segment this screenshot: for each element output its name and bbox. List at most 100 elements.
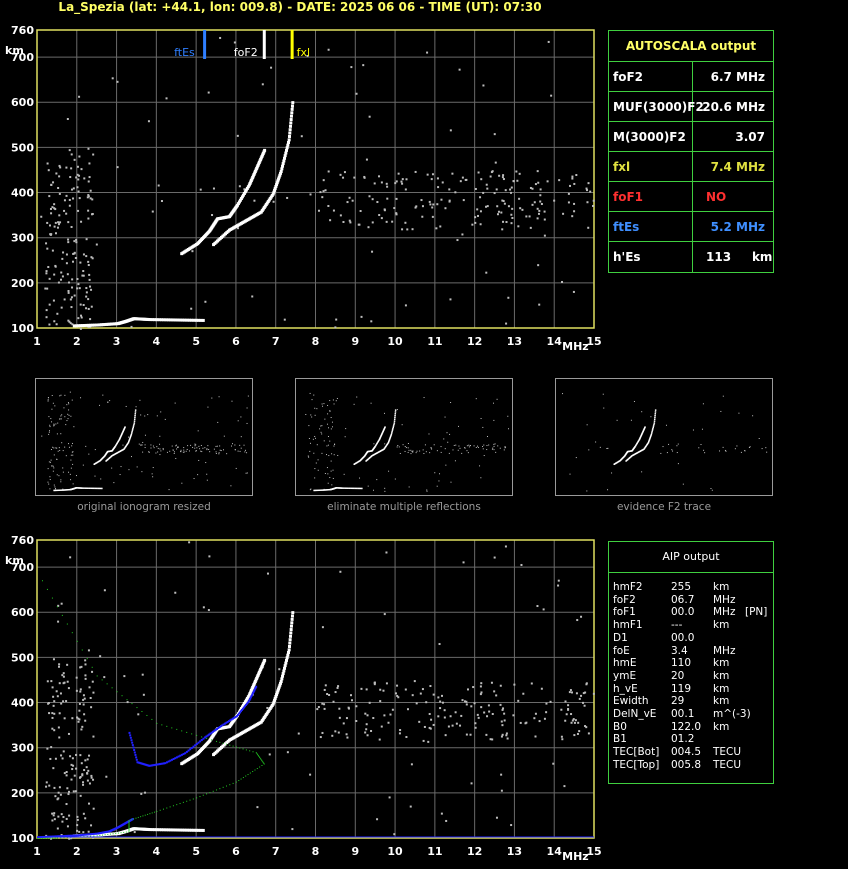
thumbnail-trace-point [359,487,362,490]
thumbnail-noise-point [308,437,310,439]
aip-value: 3.4 [671,644,688,657]
aip-fit-point [255,685,258,688]
thumbnail-noise-point [344,436,346,438]
noise-point [537,212,540,215]
noise-point [270,66,273,69]
noise-point [429,685,432,688]
noise-point [87,260,90,263]
noise-point [438,643,441,646]
noise-point [474,216,477,219]
profile-point [81,649,83,651]
y-tick-label: 100 [11,322,34,335]
noise-point [578,697,581,700]
thumbnail-noise-point [324,418,326,420]
noise-point [388,796,391,799]
noise-point [57,186,60,189]
noise-point [428,200,431,203]
noise-point [52,299,55,302]
noise-point [395,180,398,183]
x-tick-label: 13 [507,845,522,858]
noise-point [513,683,516,686]
profile-point [154,811,156,813]
thumbnail-noise-point [384,490,386,492]
aip-value: 005.8 [671,758,702,771]
x-tick-label: 12 [467,335,482,348]
noise-point [419,692,422,695]
noise-point [71,757,74,760]
y-tick-label: 760 [11,534,34,547]
thumbnail-noise-point [136,466,138,468]
thumbnail-noise-point [157,451,159,453]
aip-value: --- [671,619,683,632]
profile-point [179,803,181,805]
thumbnail-trace-point [131,430,133,433]
noise-point [81,725,84,728]
aip-key: foE [613,644,630,657]
thumbnail-noise-point [401,424,403,426]
noise-point [485,183,488,186]
noise-point [309,773,312,776]
thumbnail-noise-point [150,444,152,446]
noise-point [91,198,94,201]
noise-point [418,720,421,723]
thumbnail-noise-point [94,449,96,451]
autoscala-row-fof1: foF1 NO [609,181,773,212]
noise-point [576,732,579,735]
trace-point [280,167,284,171]
noise-point [539,200,542,203]
noise-point [421,215,424,218]
thumbnail-noise-point [231,400,233,402]
noise-point [577,721,580,724]
noise-point [398,732,401,735]
thumbnail-noise-point [230,445,232,447]
noise-point [512,180,515,183]
noise-point [323,703,326,706]
thumbnail-caption-f2-trace: evidence F2 trace [616,501,712,513]
aip-unit: TECU [713,758,742,771]
noise-point [578,730,581,733]
noise-point [507,296,510,299]
aip-row-fof2: foF2 06.7 MHz [613,594,769,607]
thumbnail-noise-point [144,415,146,417]
trace-point [291,611,295,615]
thumbnail-noise-point [53,454,55,456]
noise-point [142,693,145,696]
profile-point [249,772,251,774]
noise-point [571,177,574,180]
noise-point [545,711,548,714]
thumbnail-noise-point [70,454,72,456]
thumbnail-noise-point [322,405,324,407]
thumbnail-noise-point [662,446,664,448]
thumbnail-multiple-reflections [295,378,513,496]
thumbnail-trace-point [653,422,656,424]
noise-point [440,812,443,815]
profile-point [245,775,247,777]
thumbnail-noise-point [47,400,49,402]
y-tick-label: 200 [11,277,34,290]
noise-point [525,215,528,218]
thumbnail-noise-point [703,449,705,451]
thumbnail-noise-point [49,488,51,490]
thumbnail-noise-point [333,445,335,447]
noise-point [545,702,548,705]
trace-point [288,128,292,132]
profile-point [229,744,231,746]
x-tick-label: 8 [312,845,320,858]
thumbnail-f2-trace [555,378,773,496]
noise-point [53,786,56,789]
noise-point [413,680,416,683]
profile-point [232,782,234,784]
noise-point [451,172,454,175]
thumbnail-noise-point [177,446,179,448]
noise-point [151,210,154,213]
noise-point [569,689,572,692]
thumbnail-noise-point [765,447,767,449]
thumbnail-noise-point [313,394,315,396]
noise-point [501,199,504,202]
thumbnail-noise-point [423,453,425,455]
noise-point [380,181,383,184]
noise-point [509,188,512,191]
thumbnail-noise-point [68,414,70,416]
noise-point [477,171,480,174]
noise-point [443,716,446,719]
